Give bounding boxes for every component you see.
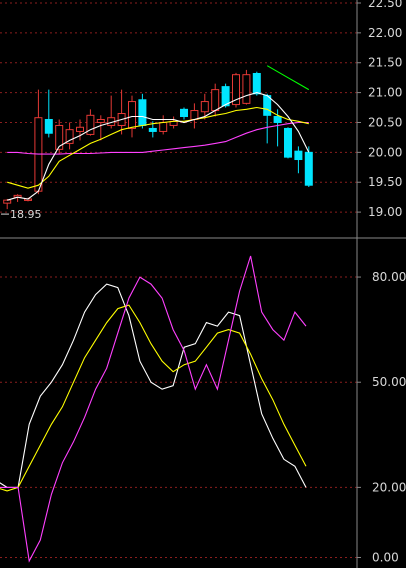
indicator-tick-label: 80.00 bbox=[372, 270, 406, 284]
indicator-tick-label: 20.00 bbox=[372, 480, 406, 494]
candle-up bbox=[190, 110, 199, 120]
price-tick-label: 21.50 bbox=[368, 56, 402, 70]
price-tick-label: 20.00 bbox=[368, 145, 402, 159]
indicator-tick-label: 0.00 bbox=[372, 550, 399, 564]
candle-down bbox=[294, 150, 303, 161]
price-tick-label: 20.50 bbox=[368, 115, 402, 129]
candle-down bbox=[263, 95, 272, 116]
candle-down bbox=[304, 151, 313, 186]
candle-up bbox=[76, 126, 84, 132]
candle-up bbox=[242, 74, 251, 104]
candle-down bbox=[252, 72, 261, 95]
y-axis-labels: 22.50 22.00 21.50 21.00 20.50 20.00 19.50 19.00… bbox=[368, 0, 406, 564]
candle-down bbox=[284, 127, 292, 158]
candle-up bbox=[128, 101, 136, 129]
indicator-line-2 bbox=[0, 304, 307, 492]
price-tick-label: 19.00 bbox=[368, 205, 402, 219]
candle-up bbox=[3, 199, 12, 204]
price-tick-label: 21.00 bbox=[368, 86, 402, 100]
candle-up bbox=[96, 118, 105, 123]
grid-lines bbox=[0, 2, 361, 558]
price-tick-label: 22.50 bbox=[368, 0, 402, 10]
candle-down bbox=[44, 118, 53, 134]
indicator-line-1 bbox=[0, 283, 307, 488]
price-panel: 18.95 bbox=[1, 65, 313, 221]
price-tick-label: 22.00 bbox=[368, 26, 402, 40]
candle-down bbox=[138, 99, 147, 126]
candle-down bbox=[180, 108, 188, 118]
price-tick-label: 19.50 bbox=[368, 175, 402, 189]
indicator-tick-label: 50.00 bbox=[372, 375, 406, 389]
indicator-panel bbox=[0, 255, 307, 563]
ma-extra-line bbox=[266, 65, 310, 91]
candle-down bbox=[148, 127, 157, 132]
low-price-annotation: 18.95 bbox=[10, 208, 42, 221]
stock-chart: 18.95 22.50 22.00 21.50 21.00 20.50 20.00 19.5… bbox=[0, 0, 406, 568]
candle-up bbox=[159, 121, 168, 132]
candle-up bbox=[211, 89, 220, 112]
candle-down bbox=[273, 116, 282, 123]
candle-up bbox=[200, 101, 209, 113]
